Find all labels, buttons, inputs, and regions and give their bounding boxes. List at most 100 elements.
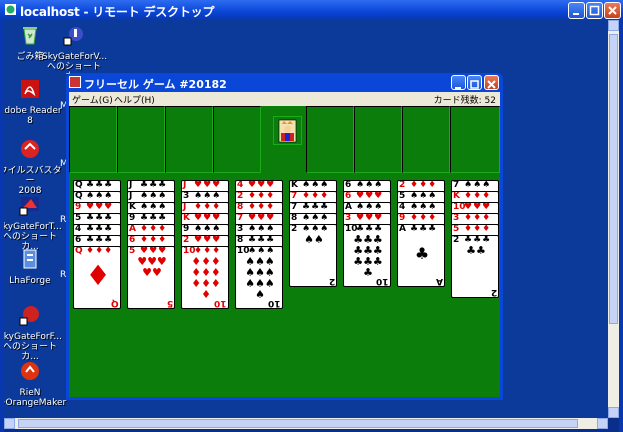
scroll-up-button[interactable] (608, 20, 619, 31)
foundation-4[interactable] (450, 106, 500, 173)
card-rank: J (183, 202, 187, 212)
card-rank: 4 (399, 202, 406, 212)
card-suit-icon: ♣♣♣ (86, 224, 114, 234)
playing-card[interactable]: 2 ♠♠♠ ♠♠ 2 (289, 224, 337, 287)
scroll-down-button[interactable] (608, 407, 619, 418)
card-rank: 7 (453, 180, 460, 190)
free-cell-2[interactable] (117, 106, 165, 173)
playing-card[interactable]: 5 ♥♥♥ ♥♥♥♥♥ 5 (127, 246, 175, 309)
maximize-button[interactable] (586, 2, 603, 19)
card-suit-icon: ♥♥♥ (248, 180, 276, 190)
free-cell-3[interactable] (165, 106, 213, 173)
card-rank: 6 (75, 235, 82, 245)
card-rank: K (183, 213, 190, 223)
close-button[interactable] (604, 2, 621, 19)
scroll-left-button[interactable] (4, 418, 15, 429)
card-rank-bottom: Q (111, 298, 119, 308)
playing-card[interactable]: 10 ♦♦♦ ♦♦♦♦♦♦♦♦♦♦ 10 (181, 246, 229, 309)
foundation-3[interactable] (402, 106, 450, 173)
desktop-icon-label: LhaForge (9, 276, 51, 286)
desktop-icon-orangemaker[interactable]: RieN ~OrangeMaker (4, 360, 66, 408)
card-suit-icon: ♦♦♦ (248, 202, 276, 212)
card-rank: Q (75, 246, 83, 256)
card-suit-icon: ♠♠♠ (464, 180, 492, 190)
card-rank: 2 (453, 235, 460, 245)
close-icon (608, 6, 617, 15)
vertical-scrollbar[interactable] (608, 20, 619, 418)
playing-card[interactable]: 10 ♠♠♠ ♠♠♠♠♠♠♠♠♠♠ 10 (235, 246, 283, 309)
card-pips: ♦ (85, 259, 111, 292)
card-rank: K (291, 180, 298, 190)
freecell-maximize-button[interactable] (467, 75, 482, 90)
maximize-icon (589, 5, 600, 16)
card-rank: 6 (345, 191, 352, 201)
recycle-bin-icon (23, 27, 37, 45)
vertical-scroll-thumb[interactable] (609, 34, 618, 324)
card-suit-icon: ♠♠♠ (356, 180, 384, 190)
card-pips: ♣ (414, 244, 430, 263)
card-rank: 3 (345, 213, 352, 223)
virusbuster-icon (21, 140, 39, 158)
card-pips: ♥♥♥♥♥ (137, 255, 167, 279)
card-pips: ♠♠ (304, 233, 324, 246)
freecell-title-bar[interactable]: フリーセル ゲーム #20182 (66, 73, 503, 92)
card-pips: ♦♦♦♦♦♦♦♦♦♦ (191, 255, 221, 301)
card-suit-icon: ♦♦♦ (86, 246, 114, 256)
freecell-title: フリーセル ゲーム #20182 (84, 78, 227, 91)
foundation-1[interactable] (306, 106, 354, 173)
menu-help[interactable]: ヘルプ(H) (114, 93, 155, 106)
card-suit-icon: ♣♣♣ (248, 235, 276, 245)
desktop-icon-lhaforge[interactable]: LhaForge (4, 248, 62, 286)
card-rank: 4 (75, 224, 82, 234)
playing-card[interactable]: Q ♦♦♦ ♦ Q (73, 246, 121, 309)
outer-title-bar: localhost - リモート デスクトップ (0, 0, 623, 20)
card-suit-icon: ♣♣♣ (410, 224, 438, 234)
desktop-icon-label: Adobe Reader 8 (4, 106, 62, 126)
skygate-icon (63, 27, 83, 46)
minimize-button[interactable] (568, 2, 585, 19)
outer-window-title: localhost - リモート デスクトップ (20, 5, 215, 19)
horizontal-scroll-thumb[interactable] (18, 419, 578, 428)
foundation-2[interactable] (354, 106, 402, 173)
card-rank: 8 (237, 235, 244, 245)
card-pips: ♠♠♠♠♠♠♠♠♠♠ (245, 255, 275, 301)
free-cell-1[interactable] (69, 106, 117, 173)
card-suit-icon: ♠♠♠ (302, 180, 330, 190)
card-suit-icon: ♠♠♠ (194, 191, 222, 201)
desktop-icon-virusbuster[interactable]: ウイルスバスター 2008 (4, 138, 62, 196)
card-suit-icon: ♠♠♠ (410, 202, 438, 212)
desktop-icon-adobe-reader[interactable]: Adobe Reader 8 (4, 78, 62, 126)
playing-card[interactable]: 10 ♣♣♣ ♣♣♣♣♣♣♣♣♣♣ 10 (343, 224, 391, 287)
desktop-icon-skygate-f[interactable]: SkyGateForF... へのショートカ... (4, 304, 62, 362)
card-rank: A (345, 202, 352, 212)
card-suit-icon: ♦♦♦ (140, 224, 168, 234)
card-suit-icon: ♦♦♦ (140, 235, 168, 245)
freecell-close-button[interactable] (484, 75, 499, 90)
free-cell-4[interactable] (213, 106, 261, 173)
menu-game[interactable]: ゲーム(G) (72, 93, 113, 106)
card-suit-icon: ♦♦♦ (464, 224, 492, 234)
desktop-icon-label: SkyGateForF... へのショートカ... (4, 332, 62, 362)
freecell-minimize-button[interactable] (451, 75, 466, 90)
playing-card[interactable]: A ♣♣♣ ♣ A (397, 224, 445, 287)
playing-card[interactable]: 2 ♣♣♣ ♣♣ 2 (451, 235, 499, 298)
card-rank: 9 (183, 224, 190, 234)
card-rank: 5 (75, 213, 82, 223)
card-suit-icon: ♦♦♦ (464, 213, 492, 223)
card-rank: 3 (453, 213, 460, 223)
card-suit-icon: ♣♣♣ (86, 235, 114, 245)
card-suit-icon: ♠♠♠ (86, 191, 114, 201)
horizontal-scrollbar[interactable] (4, 418, 608, 429)
card-rank: Q (75, 191, 83, 201)
desktop-icon-label: ウイルスバスター 2008 (4, 166, 62, 196)
orangemaker-icon (21, 362, 39, 380)
card-suit-icon: ♣♣♣ (140, 180, 168, 190)
card-rank: 8 (291, 213, 298, 223)
card-rank: 2 (399, 180, 406, 190)
desktop-icon-skygate-t[interactable]: skyGateForT... へのショートカ... (4, 194, 62, 252)
card-rank: 7 (291, 202, 298, 212)
card-rank: K (129, 202, 136, 212)
card-suit-icon: ♦♦♦ (410, 180, 438, 190)
card-rank-bottom: 10 (214, 298, 227, 308)
scroll-right-button[interactable] (597, 418, 608, 429)
